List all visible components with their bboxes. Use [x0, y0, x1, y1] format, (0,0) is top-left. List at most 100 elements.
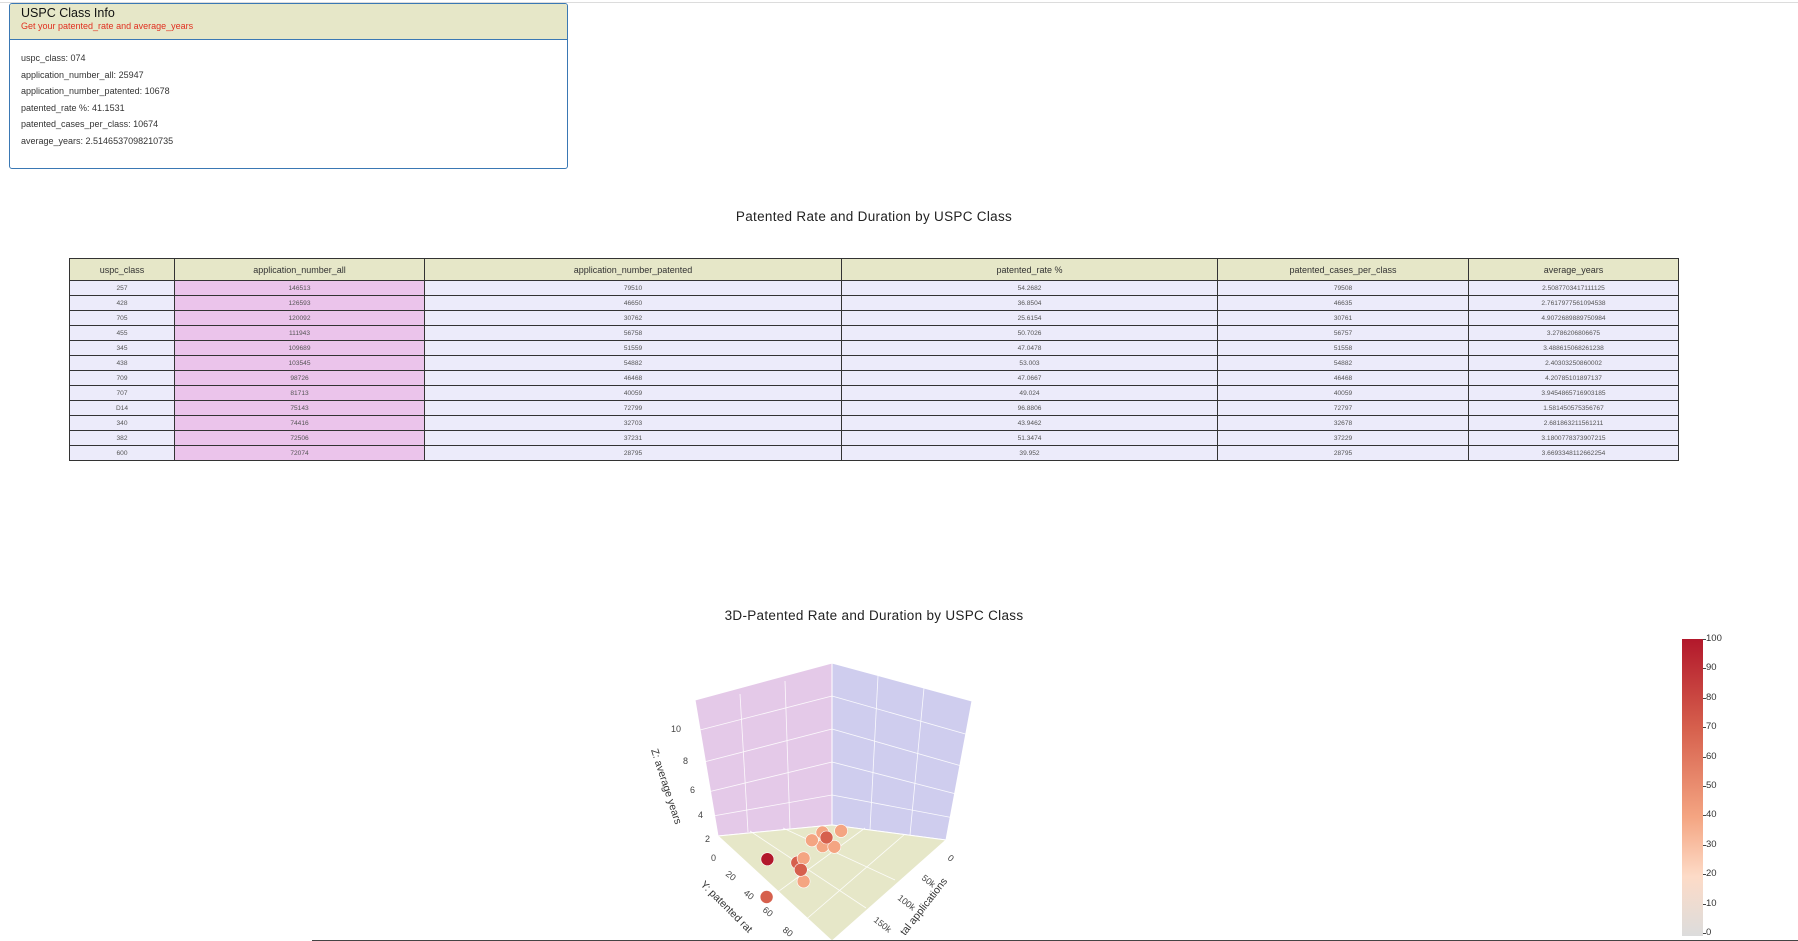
table-cell: 51559 — [424, 340, 842, 356]
table-row: 600 72074 28795 39.952 28795 3.66933481126622… — [69, 445, 1679, 461]
table-cell: 28795 — [1217, 445, 1469, 461]
column-header[interactable]: average_years — [1468, 258, 1679, 281]
card-body: uspc_class: 074 application_number_all: … — [10, 40, 567, 150]
info-patented-rate: patented_rate %: 41.1531 — [21, 102, 125, 113]
table-row: D14 75143 72799 96.8806 72797 1.5814505753567… — [69, 400, 1679, 416]
table-cell: 2.40303250860002 — [1468, 355, 1679, 371]
table-cell: 81713 — [174, 385, 425, 401]
column-header[interactable]: application_number_all — [174, 258, 425, 281]
table-cell: 49.024 — [841, 385, 1218, 401]
table-cell: 111943 — [174, 325, 425, 341]
colorbar-tick: 50 — [1703, 780, 1717, 791]
scatter-point[interactable] — [819, 830, 834, 845]
y-tick-80: 80 — [781, 925, 795, 939]
table-header-row: uspc_class application_number_all applic… — [69, 258, 1679, 281]
scatter-point[interactable] — [760, 852, 775, 866]
table-cell: 46468 — [424, 370, 842, 386]
table-cell: 120092 — [174, 310, 425, 326]
table-cell: 72797 — [1217, 400, 1469, 416]
table-cell: 3.6693348112662254 — [1468, 445, 1679, 461]
table-cell: 4.9072689889750984 — [1468, 310, 1679, 326]
scatter-point[interactable] — [834, 824, 848, 838]
info-patented-cases-per-class: patented_cases_per_class: 10674 — [21, 119, 159, 130]
colorbar-tick: 30 — [1703, 838, 1717, 850]
table-row: 707 81713 40059 49.024 40059 3.94548657169031… — [69, 385, 1679, 401]
table-cell: 37231 — [424, 430, 842, 446]
table-cell: 3.1800778373907215 — [1468, 430, 1679, 446]
table-cell: 707 — [69, 385, 175, 401]
column-header[interactable]: patented_rate % — [841, 258, 1218, 281]
table-cell: 53.003 — [841, 355, 1218, 371]
table-cell: 146513 — [174, 280, 425, 296]
scatter-point[interactable] — [759, 890, 774, 904]
table-cell: 705 — [69, 310, 175, 326]
colorbar-tick: 70 — [1703, 721, 1717, 733]
table-cell: 28795 — [424, 445, 842, 461]
table-cell: 51558 — [1217, 340, 1469, 356]
table-row: 438 103545 54882 53.003 54882 2.4030325086000… — [69, 355, 1679, 371]
plot-title: 3D-Patented Rate and Duration by USPC Cl… — [724, 608, 1024, 623]
table-cell: 72074 — [174, 445, 425, 461]
right-wall — [831, 662, 973, 841]
3d-scatter-plot[interactable]: 10 8 6 4 2 0 Z: average years 20 40 60 8… — [620, 640, 1020, 941]
table-container: uspc_class application_number_all applic… — [69, 258, 1679, 461]
z-tick-4: 4 — [698, 810, 703, 820]
table-cell: 345 — [69, 340, 175, 356]
table-row: 257 146513 79510 54.2682 79508 2.508770341711… — [69, 280, 1679, 296]
colorbar-tick: 40 — [1703, 809, 1717, 821]
colorbar-tick: 60 — [1703, 750, 1717, 762]
z-tick-8: 8 — [683, 756, 688, 766]
info-application-number-patented: application_number_patented: 10678 — [21, 86, 170, 97]
z-tick-6: 6 — [690, 785, 695, 795]
z-tick-10: 10 — [671, 724, 681, 734]
table-cell: 30761 — [1217, 310, 1469, 326]
uspc-class-table: uspc_class application_number_all applic… — [69, 258, 1679, 461]
table-cell: 382 — [69, 430, 175, 446]
table-cell: 56758 — [424, 325, 842, 341]
column-header[interactable]: uspc_class — [69, 258, 175, 281]
scatter-point[interactable] — [796, 851, 811, 866]
table-cell: 79510 — [424, 280, 842, 296]
table-cell: 428 — [69, 295, 175, 311]
table-cell: 25.6154 — [841, 310, 1218, 326]
table-cell: 39.952 — [841, 445, 1218, 461]
info-application-number-all: application_number_all: 25947 — [21, 69, 144, 80]
colorbar-tick: 10 — [1703, 897, 1717, 909]
scatter-point[interactable] — [796, 874, 811, 889]
scatter-point[interactable] — [794, 863, 808, 877]
column-header[interactable]: patented_cases_per_class — [1217, 258, 1469, 281]
table-cell: 46468 — [1217, 370, 1469, 386]
table-cell: 40059 — [424, 385, 842, 401]
colorbar-tick: 80 — [1703, 691, 1717, 703]
table-cell: 32703 — [424, 415, 842, 431]
column-header[interactable]: application_number_patented — [424, 258, 842, 281]
info-average-years: average_years: 2.5146537098210735 — [21, 135, 174, 146]
z-tick-2: 2 — [705, 834, 710, 844]
table-cell: 79508 — [1217, 280, 1469, 296]
table-cell: 51.3474 — [841, 430, 1218, 446]
y-tick-60: 60 — [761, 905, 775, 919]
table-cell: 74416 — [174, 415, 425, 431]
info-uspc-class: uspc_class: 074 — [21, 53, 86, 63]
table-cell: 340 — [69, 415, 175, 431]
table-cell: 103545 — [174, 355, 425, 371]
table-cell: 438 — [69, 355, 175, 371]
table-cell: 2.681863211561211 — [1468, 415, 1679, 431]
table-cell: 54882 — [1217, 355, 1469, 371]
table-cell: 43.9462 — [841, 415, 1218, 431]
table-cell: 46635 — [1217, 295, 1469, 311]
colorbar-tick: 20 — [1703, 868, 1717, 880]
table-cell: 40059 — [1217, 385, 1469, 401]
table-cell: D14 — [69, 400, 175, 416]
table-cell: 1.581450575356767 — [1468, 400, 1679, 416]
colorbar-tick: 0 — [1702, 927, 1712, 938]
table-cell: 109689 — [174, 340, 425, 356]
colorbar-tick: 90 — [1703, 662, 1717, 674]
table-title: Patented Rate and Duration by USPC Class — [735, 209, 1013, 224]
table-cell: 126593 — [174, 295, 425, 311]
table-cell: 30762 — [424, 310, 842, 326]
table-cell: 257 — [69, 280, 175, 296]
table-cell: 36.8504 — [841, 295, 1218, 311]
table-cell: 72506 — [174, 430, 425, 446]
table-row: 382 72506 37231 51.3474 37229 3.1800778373907… — [69, 430, 1679, 446]
